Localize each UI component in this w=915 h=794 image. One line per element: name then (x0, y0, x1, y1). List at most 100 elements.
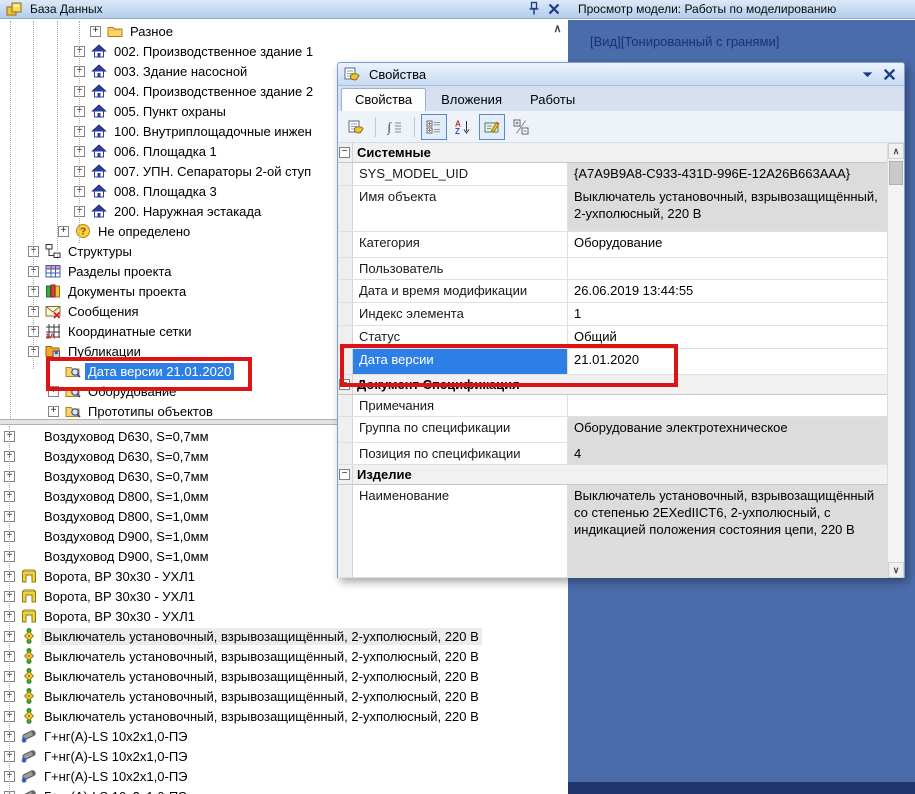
scrollbar-up-button[interactable]: ∧ (888, 143, 904, 159)
tree-item-label: Г+нг(А)-LS 10х2х1,0-ПЭ (41, 748, 191, 765)
property-row[interactable]: НаименованиеВыключатель установочный, вз… (338, 485, 887, 578)
property-row[interactable]: СтатусОбщий (338, 326, 887, 349)
grid-margin (338, 186, 353, 231)
house-icon (91, 83, 107, 99)
grid-scrollbar[interactable]: ∧ ∨ (887, 143, 904, 578)
documents-icon (45, 283, 61, 299)
tree-item[interactable]: +Выключатель установочный, взрывозащищён… (0, 666, 568, 686)
edit-card-button[interactable] (479, 114, 505, 140)
dialog-tab[interactable]: Вложения (428, 89, 515, 111)
tree-item[interactable]: +Разное (0, 21, 568, 41)
grid-margin (338, 303, 353, 325)
property-row[interactable]: Имя объектаВыключатель установочный, взр… (338, 186, 887, 232)
collapse-icon[interactable]: − (339, 379, 350, 390)
property-value[interactable]: 21.01.2020 (568, 349, 887, 374)
scrollbar-up-icon[interactable]: ∧ (550, 23, 565, 35)
sort-az-button[interactable]: AZ (450, 114, 476, 140)
property-value[interactable]: Общий (568, 326, 887, 348)
model-view-title: Просмотр модели: Работы по моделированию (578, 2, 836, 16)
property-value[interactable]: 4 (568, 443, 887, 465)
database-icon (6, 1, 22, 17)
categorized-button[interactable] (421, 114, 447, 140)
property-row[interactable]: Позиция по спецификации4 (338, 443, 887, 466)
tree-item[interactable]: +Ворота, ВР 30х30 - УХЛ1 (0, 606, 568, 626)
sum-list-button[interactable]: ∫ (382, 114, 408, 140)
property-row[interactable]: Дата версии21.01.2020 (338, 349, 887, 375)
tree-item-label: Выключатель установочный, взрывозащищённ… (41, 668, 482, 685)
properties-dialog-titlebar[interactable]: Свойства (338, 63, 904, 86)
switch-icon (21, 708, 37, 724)
property-name: Пользователь (353, 258, 568, 279)
tree-item[interactable]: +002. Производственное здание 1 (0, 41, 568, 61)
tree-indent-guide (10, 21, 11, 419)
chevron-down-icon[interactable] (859, 66, 876, 82)
property-category-label: Системные (353, 143, 435, 162)
property-value[interactable] (568, 395, 887, 416)
property-value[interactable]: Оборудование (568, 232, 887, 257)
dialog-tab[interactable]: Работы (517, 89, 588, 111)
close-icon[interactable] (881, 66, 898, 82)
dialog-tab[interactable]: Свойства (341, 88, 426, 111)
tree-item-label: Прототипы объектов (85, 403, 216, 420)
no-icon (21, 468, 37, 484)
house-icon (91, 183, 107, 199)
tree-item[interactable]: +Г+нг(А)-LS 10х2х1,0-ПЭ (0, 766, 568, 786)
tree-item-label: Ворота, ВР 30х30 - УХЛ1 (41, 608, 198, 625)
svg-text:∫: ∫ (387, 119, 393, 135)
collapse-icon[interactable]: − (339, 469, 350, 480)
property-value[interactable]: 26.06.2019 13:44:55 (568, 280, 887, 302)
property-row[interactable]: КатегорияОборудование (338, 232, 887, 258)
tree-item[interactable]: +Г+нг(А)-LS 10х2х1,0-ПЭ (0, 746, 568, 766)
tree-item[interactable]: +Выключатель установочный, взрывозащищён… (0, 706, 568, 726)
property-row[interactable]: Группа по спецификацииОборудование элект… (338, 417, 887, 443)
plus-minus-button[interactable] (508, 114, 534, 140)
property-row[interactable]: Пользователь (338, 258, 887, 280)
property-value[interactable] (568, 258, 887, 279)
tree-item-label: 008. Площадка 3 (111, 183, 220, 200)
tree-item[interactable]: +Г+нг(А)-LS 10х2х1,0-ПЭ (0, 726, 568, 746)
property-category-row[interactable]: −Документ Спецификация (338, 375, 887, 395)
pin-icon[interactable] (526, 2, 542, 17)
tree-item[interactable]: +Выключатель установочный, взрывозащищён… (0, 686, 568, 706)
scrollbar-down-button[interactable]: ∨ (888, 562, 904, 578)
grid-margin (338, 485, 353, 577)
folder-search-icon (65, 363, 81, 379)
property-category-row[interactable]: −Изделие (338, 465, 887, 485)
property-row[interactable]: SYS_MODEL_UID{A7A9B9A8-C933-431D-996E-12… (338, 163, 887, 186)
property-value[interactable]: 1 (568, 303, 887, 325)
house-icon (91, 43, 107, 59)
gate-icon (21, 608, 37, 624)
tree-item[interactable]: +Выключатель установочный, взрывозащищён… (0, 646, 568, 666)
properties-dialog-title: Свойства (369, 67, 426, 82)
expand-icon[interactable]: + (90, 26, 101, 37)
props-sheet-button[interactable] (343, 114, 369, 140)
property-category-label: Изделие (353, 465, 416, 484)
tree-item[interactable]: +Г+нг(А)-LS 10х2х1,0-ПЭ (0, 786, 568, 794)
no-icon (21, 548, 37, 564)
expand-icon[interactable]: + (48, 406, 59, 417)
tree-item[interactable]: +Выключатель установочный, взрывозащищён… (0, 626, 568, 646)
tree-item-label: Воздуховод D800, S=1,0мм (41, 508, 212, 525)
scrollbar-thumb[interactable] (889, 161, 903, 185)
grid-margin (338, 349, 353, 374)
property-category-row[interactable]: −Системные (338, 143, 887, 163)
toolbar-separator (375, 117, 376, 137)
tree-item[interactable]: +Ворота, ВР 30х30 - УХЛ1 (0, 586, 568, 606)
expand-icon[interactable]: + (58, 226, 69, 237)
property-value[interactable]: Выключатель установочный, взрывозащищённ… (568, 485, 887, 577)
property-name: Имя объекта (353, 186, 568, 231)
switch-icon (21, 628, 37, 644)
tree-item-label: 004. Производственное здание 2 (111, 83, 316, 100)
expand-icon[interactable]: + (48, 386, 59, 397)
property-row[interactable]: Примечания (338, 395, 887, 417)
tree-item-label: 002. Производственное здание 1 (111, 43, 316, 60)
folder-search-icon (65, 403, 81, 419)
property-row[interactable]: Индекс элемента1 (338, 303, 887, 326)
collapse-icon[interactable]: − (339, 147, 350, 158)
property-row[interactable]: Дата и время модификации26.06.2019 13:44… (338, 280, 887, 303)
property-value[interactable]: {A7A9B9A8-C933-431D-996E-12A26B663AAA} (568, 163, 887, 185)
property-value[interactable]: Выключатель установочный, взрывозащищённ… (568, 186, 887, 231)
property-value[interactable]: Оборудование электротехническое (568, 417, 887, 442)
close-icon[interactable] (546, 2, 562, 17)
application-window: База Данных +Разное+002. Производственно… (0, 0, 915, 794)
